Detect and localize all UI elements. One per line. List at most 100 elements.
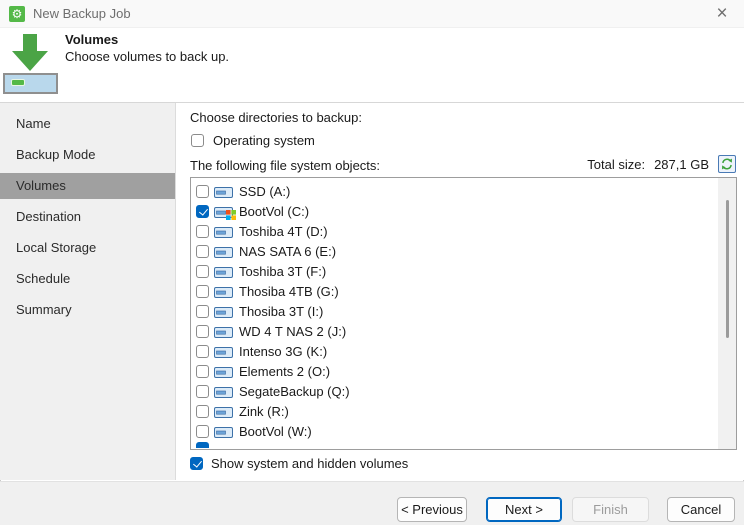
- volume-checkbox[interactable]: [196, 404, 209, 418]
- volume-icon: [214, 245, 234, 258]
- scrollbar-thumb[interactable]: [726, 200, 729, 338]
- volume-row[interactable]: BootVol (C:): [191, 201, 736, 221]
- volume-row[interactable]: SegateBackup (Q:): [191, 381, 736, 401]
- volumes-page-content: Choose directories to backup: Operating …: [177, 103, 744, 480]
- total-size-label: Total size:: [587, 156, 646, 172]
- volume-label: SegateBackup (Q:): [239, 383, 350, 399]
- volume-disk-icon: [214, 386, 233, 398]
- volume-row[interactable]: Thosiba 3T (I:): [191, 301, 736, 321]
- volume-icon: [214, 405, 234, 418]
- backup-arrow-icon: [9, 34, 51, 77]
- volume-icon: [214, 185, 234, 198]
- volume-icon: [214, 285, 234, 298]
- sidebar-item-volumes[interactable]: Volumes: [0, 173, 175, 199]
- wizard-footer: < Previous Next > Finish Cancel: [0, 481, 744, 525]
- sidebar-item-backup-mode[interactable]: Backup Mode: [0, 142, 175, 168]
- volume-disk-icon: [214, 186, 233, 198]
- volume-disk-icon: [214, 326, 233, 338]
- refresh-icon: [722, 158, 732, 170]
- wizard-steps-sidebar: Name Backup Mode Volumes Destination Local S…: [0, 103, 176, 480]
- volume-label: Thosiba 3T (I:): [239, 303, 324, 319]
- volume-checkbox[interactable]: [196, 244, 209, 258]
- refresh-button[interactable]: [718, 155, 736, 173]
- volume-checkbox[interactable]: [196, 184, 209, 198]
- show-hidden-label: Show system and hidden volumes: [211, 456, 409, 471]
- volume-row[interactable]: BootVol (W:): [191, 421, 736, 441]
- volume-icon: [214, 305, 234, 318]
- volume-label: Thosiba 4TB (G:): [239, 283, 339, 299]
- volume-label: WD 4 T NAS 2 (J:): [239, 323, 347, 339]
- sidebar-item-schedule[interactable]: Schedule: [0, 266, 175, 292]
- volume-disk-icon: [214, 366, 233, 378]
- volume-checkbox[interactable]: [196, 344, 209, 358]
- volume-label: Toshiba 3T (F:): [239, 263, 327, 279]
- show-hidden-row[interactable]: Show system and hidden volumes: [190, 456, 408, 471]
- next-button[interactable]: Next >: [486, 497, 562, 522]
- volume-icon: [214, 325, 234, 338]
- volume-checkbox[interactable]: [196, 384, 209, 398]
- operating-system-checkbox[interactable]: [191, 134, 204, 147]
- volume-label: Elements 2 (O:): [239, 363, 331, 379]
- title-bar: ⚙ New Backup Job ×: [0, 0, 744, 28]
- volume-label: BootVol (C:): [239, 203, 310, 219]
- sidebar-item-summary[interactable]: Summary: [0, 297, 175, 323]
- volume-row[interactable]: NAS SATA 6 (E:): [191, 241, 736, 261]
- volume-label: NAS SATA 6 (E:): [239, 243, 337, 259]
- sidebar-item-name[interactable]: Name: [0, 111, 175, 137]
- scrollbar-track[interactable]: [718, 178, 736, 449]
- disk-icon: [3, 73, 58, 94]
- close-icon[interactable]: ×: [710, 2, 734, 26]
- volume-row[interactable]: SSD (A:): [191, 181, 736, 201]
- volume-row[interactable]: Elements 2 (O:): [191, 361, 736, 381]
- volume-row-partial-checkbox[interactable]: [196, 442, 209, 448]
- volume-list: SSD (A:) BootVol (C:) Toshiba 4T (D:) NAS S…: [190, 177, 737, 450]
- file-system-objects-label: The following file system objects:: [190, 158, 381, 173]
- volume-row[interactable]: Zink (R:): [191, 401, 736, 421]
- volume-checkbox[interactable]: [196, 204, 209, 218]
- volume-checkbox[interactable]: [196, 324, 209, 338]
- volume-checkbox[interactable]: [196, 224, 209, 238]
- operating-system-row[interactable]: Operating system: [191, 133, 315, 148]
- volume-checkbox[interactable]: [196, 424, 209, 438]
- volume-checkbox[interactable]: [196, 364, 209, 378]
- volume-disk-icon: [214, 306, 233, 318]
- previous-button[interactable]: < Previous: [397, 497, 467, 522]
- volume-checkbox[interactable]: [196, 304, 209, 318]
- volume-disk-icon: [214, 286, 233, 298]
- app-gear-icon: ⚙: [9, 5, 25, 22]
- volume-icon: [214, 425, 234, 438]
- volume-icon: [214, 345, 234, 358]
- volume-disk-icon: [214, 406, 233, 418]
- volume-checkbox[interactable]: [196, 264, 209, 278]
- volume-checkbox[interactable]: [196, 284, 209, 298]
- windows-logo-icon: [226, 209, 236, 220]
- total-size-box: Total size: 287,1 GB: [587, 155, 736, 173]
- page-title: Volumes: [65, 32, 119, 47]
- volume-row[interactable]: Toshiba 4T (D:): [191, 221, 736, 241]
- volume-label: Toshiba 4T (D:): [239, 223, 328, 239]
- page-subtitle: Choose volumes to back up.: [65, 49, 230, 64]
- system-volume-icon: [214, 205, 236, 220]
- window-title: New Backup Job: [33, 6, 131, 21]
- wizard-header: Volumes Choose volumes to back up.: [0, 28, 744, 103]
- volume-icon: [214, 365, 234, 378]
- volume-disk-icon: [214, 346, 233, 358]
- total-size-value: 287,1 GB: [654, 156, 709, 172]
- volume-row[interactable]: Intenso 3G (K:): [191, 341, 736, 361]
- disk-led: [11, 79, 25, 86]
- sidebar-item-local-storage[interactable]: Local Storage: [0, 235, 175, 261]
- volume-disk-icon: [214, 246, 233, 258]
- volume-label: SSD (A:): [239, 183, 291, 199]
- volume-icon: [214, 225, 234, 238]
- volume-disk-icon: [214, 266, 233, 278]
- volume-label: Intenso 3G (K:): [239, 343, 328, 359]
- volume-label: BootVol (W:): [239, 423, 312, 439]
- volume-row[interactable]: Thosiba 4TB (G:): [191, 281, 736, 301]
- sidebar-item-destination[interactable]: Destination: [0, 204, 175, 230]
- volume-icon: [214, 385, 234, 398]
- finish-button: Finish: [572, 497, 649, 522]
- volume-row[interactable]: WD 4 T NAS 2 (J:): [191, 321, 736, 341]
- cancel-button[interactable]: Cancel: [667, 497, 735, 522]
- volume-row[interactable]: Toshiba 3T (F:): [191, 261, 736, 281]
- show-hidden-checkbox[interactable]: [190, 457, 203, 470]
